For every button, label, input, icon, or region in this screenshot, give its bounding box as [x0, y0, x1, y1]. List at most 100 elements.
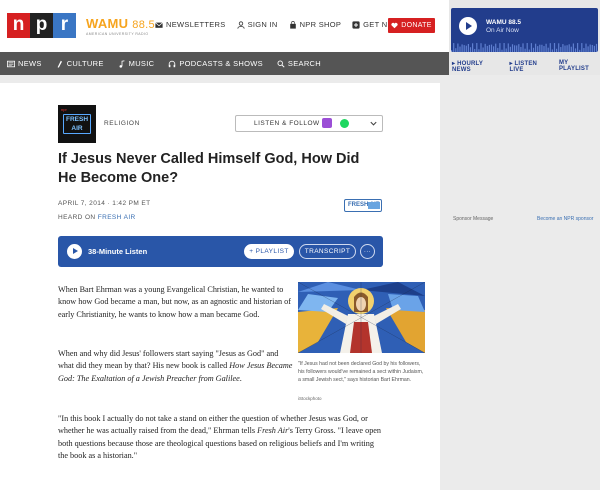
wave-bar: [495, 43, 497, 52]
wave-bar: [455, 48, 457, 52]
wave-bar: [459, 46, 461, 52]
wave-bar: [484, 43, 486, 52]
wave-bar: [549, 43, 551, 52]
wave-bar: [516, 45, 518, 52]
wave-bar: [589, 44, 591, 52]
more-options-button[interactable]: ···: [360, 244, 375, 259]
user-icon: [236, 20, 245, 29]
wave-bar: [514, 45, 516, 52]
wave-bar: [476, 43, 478, 52]
nav-item-label: CULTURE: [66, 59, 104, 68]
add-to-playlist-button[interactable]: + PLAYLIST: [244, 244, 294, 259]
heard-on-show-link[interactable]: FRESH AIR: [98, 214, 136, 221]
wave-bar: [530, 43, 532, 52]
play-icon[interactable]: [67, 244, 82, 259]
wave-bar: [474, 48, 476, 52]
chevron-down-icon[interactable]: [369, 119, 378, 128]
wave-bar: [472, 43, 474, 52]
sign-in-link[interactable]: SIGN IN: [236, 20, 278, 29]
nav-item-label: NEWS: [18, 59, 42, 68]
play-icon[interactable]: [459, 17, 477, 35]
wave-bar: [463, 45, 465, 52]
nav-item-podcasts[interactable]: PODCASTS & SHOWS: [168, 59, 263, 68]
envelope-icon: [155, 21, 163, 28]
wave-bar: [488, 44, 490, 52]
wave-bar: [539, 44, 541, 52]
wave-bar: [535, 43, 537, 52]
wave-bar: [490, 44, 493, 52]
wave-bar: [579, 49, 581, 52]
wave-bar: [583, 48, 585, 52]
audio-duration-label: 38-Minute Listen: [88, 247, 148, 256]
wave-bar: [478, 49, 480, 52]
wave-bar: [503, 43, 505, 52]
npr-logo[interactable]: n p r: [7, 13, 76, 38]
wave-bar: [526, 43, 528, 52]
article-paragraph: "In this book I actually do not take a s…: [58, 414, 382, 460]
apple-podcasts-icon[interactable]: [322, 118, 332, 128]
wave-bar: [507, 43, 509, 52]
wave-bar: [499, 43, 501, 52]
heart-icon: [391, 22, 398, 29]
newsletters-label: NEWSLETTERS: [166, 20, 226, 29]
wave-bar: [574, 48, 577, 52]
player-station: WAMU 88.5: [486, 19, 522, 26]
wave-bar: [532, 47, 535, 52]
spotify-icon[interactable]: [340, 119, 349, 128]
my-playlist-link[interactable]: MY PLAYLIST: [559, 60, 600, 73]
listen-follow-label: LISTEN & FOLLOW: [254, 120, 320, 127]
wave-bar: [518, 44, 520, 52]
wave-bar: [541, 44, 543, 52]
player-status: On Air Now: [486, 27, 519, 34]
nav-item-music[interactable]: MUSIC: [118, 59, 155, 68]
nav-item-search[interactable]: SEARCH: [277, 59, 321, 68]
article-paragraph: When Bart Ehrman was a young Evangelical…: [58, 285, 291, 319]
wave-bar: [509, 46, 511, 52]
wave-bar: [558, 43, 560, 52]
wave-bar: [505, 48, 507, 52]
culture-icon: [57, 60, 62, 68]
donate-button[interactable]: DONATE: [388, 18, 435, 33]
wave-bar: [501, 49, 503, 52]
wave-bar: [537, 46, 539, 52]
wamu-logo[interactable]: WAMU 88.5 AMERICAN UNIVERSITY RADIO: [86, 16, 155, 36]
image-caption: "If Jesus had not been declared God by h…: [298, 361, 424, 383]
show-thumbnail[interactable]: npr FRESH AIR: [58, 105, 96, 143]
fresh-air-logo[interactable]: FRESH AIR: [344, 199, 382, 212]
live-player[interactable]: WAMU 88.5 On Air Now: [451, 8, 598, 52]
wave-bar: [522, 43, 524, 52]
wave-bar: [591, 44, 593, 52]
wave-bar: [593, 45, 595, 52]
wave-bar: [493, 46, 495, 52]
site-header: n p r WAMU 88.5 AMERICAN UNIVERSITY RADI…: [0, 0, 449, 52]
wave-bar: [556, 48, 558, 52]
npr-logo-n: n: [7, 13, 30, 38]
hourly-news-link[interactable]: ▸ HOURLY NEWS: [452, 60, 503, 73]
headphones-icon: [169, 60, 176, 67]
nav-item-news[interactable]: NEWS: [7, 59, 42, 68]
wave-bar: [570, 46, 572, 52]
wave-bar: [560, 47, 562, 52]
listen-follow-dropdown[interactable]: LISTEN & FOLLOW: [235, 115, 383, 132]
nav-item-culture[interactable]: CULTURE: [56, 59, 104, 68]
newspaper-icon: [7, 60, 15, 67]
wave-bar: [524, 48, 526, 52]
become-sponsor-link[interactable]: Become an NPR sponsor: [537, 216, 593, 222]
search-icon: [277, 60, 285, 68]
listen-live-link[interactable]: ▸ LISTEN LIVE: [509, 60, 552, 73]
transcript-button[interactable]: TRANSCRIPT: [299, 244, 356, 259]
wave-bar: [562, 44, 564, 52]
heard-on: HEARD ON FRESH AIR: [58, 214, 136, 221]
newsletters-link[interactable]: NEWSLETTERS: [155, 20, 226, 29]
wave-bar: [564, 45, 566, 52]
wave-bar: [528, 49, 530, 52]
article-image[interactable]: [298, 282, 425, 353]
sign-in-label: SIGN IN: [247, 20, 278, 29]
npr-logo-p: p: [30, 13, 53, 38]
npr-shop-link[interactable]: NPR SHOP: [289, 20, 342, 29]
wave-bar: [497, 47, 499, 52]
category-label[interactable]: RELIGION: [104, 120, 140, 127]
image-credit: iStockphoto: [298, 396, 322, 401]
npr-shop-label: NPR SHOP: [299, 20, 342, 29]
wave-bar: [553, 43, 556, 52]
